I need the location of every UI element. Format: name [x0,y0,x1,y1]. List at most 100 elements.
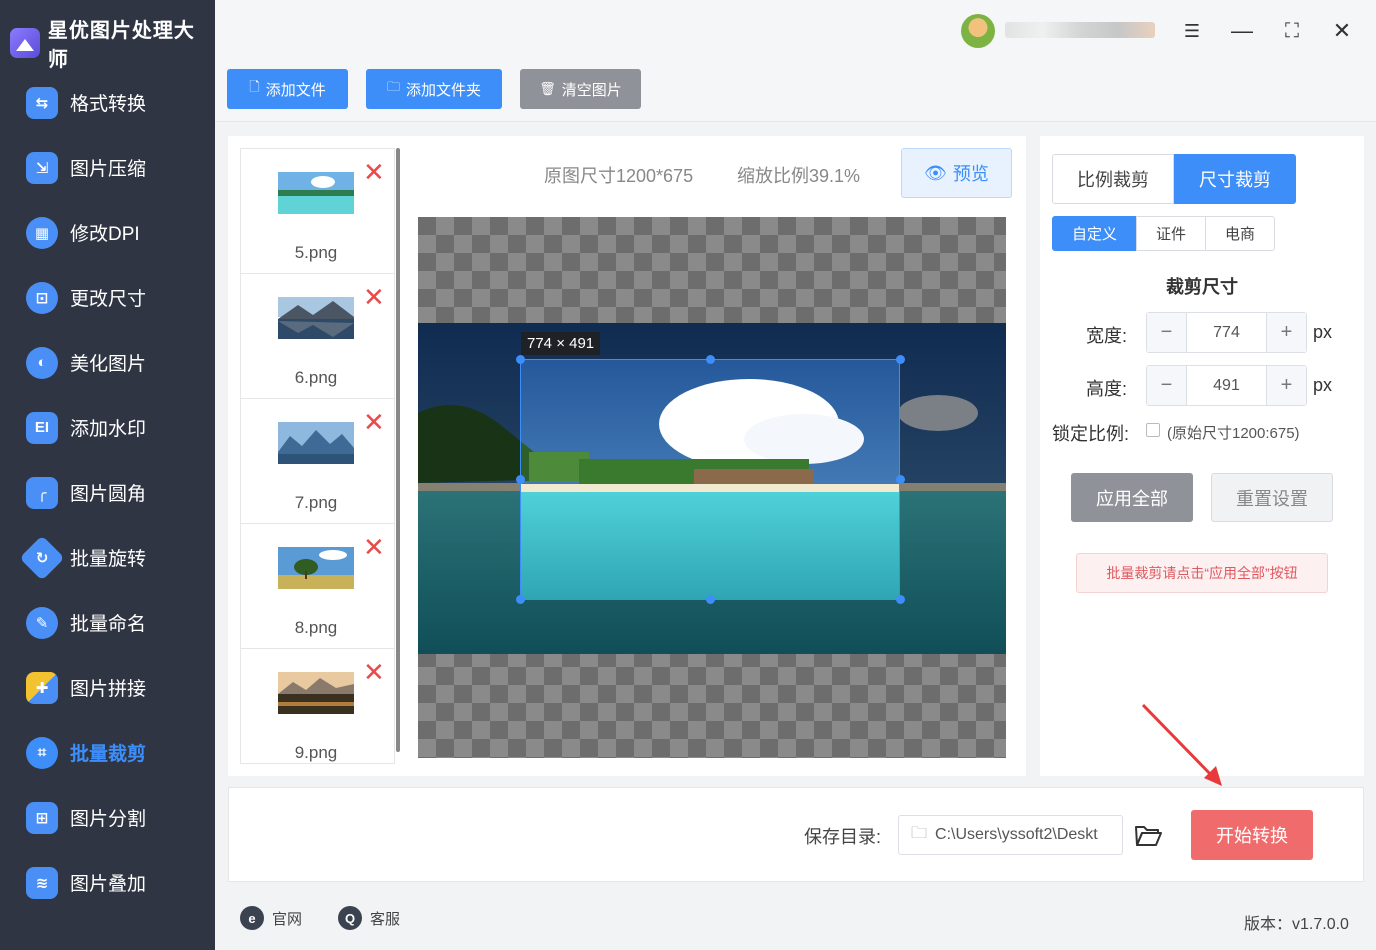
thumbnail-sunset [278,672,354,714]
crop-handle-top[interactable] [706,355,715,364]
sidebar-item-split[interactable]: ⊞ 图片分割 [0,785,215,850]
trash-icon: 🗑 [539,81,556,96]
sidebar-item-label: 批量裁剪 [70,744,147,765]
width-label: 宽度: [1086,326,1128,346]
list-item[interactable]: ✕ 7.png [241,399,394,524]
tab-custom[interactable]: 自定义 [1052,216,1137,251]
sidebar-item-label: 更改尺寸 [70,289,147,310]
file-name: 5.png [294,243,338,262]
height-decrement-button[interactable]: − [1147,366,1187,405]
reset-settings-button[interactable]: 重置设置 [1211,473,1333,522]
crop-handle-left[interactable] [516,475,525,484]
eye-icon: 👁 [924,162,947,183]
remove-file-icon[interactable]: ✕ [363,534,385,560]
remove-file-icon[interactable]: ✕ [363,659,385,685]
list-item[interactable]: ✕ 8.png [241,524,394,649]
list-item[interactable]: ✕ 9.png [241,649,394,763]
website-label: 官网 [272,910,303,928]
remove-file-icon[interactable]: ✕ [363,409,385,435]
output-bar: 保存目录: 🗀 C:\Users\yssoft2\Deskt 开始转换 [228,787,1364,882]
save-dir-value: C:\Users\yssoft2\Deskt [935,826,1098,843]
remove-file-icon[interactable]: ✕ [363,284,385,310]
zoom-ratio-text: 缩放比例39.1% [737,166,861,186]
resize-icon: ⊡ [26,281,58,314]
remove-file-icon[interactable]: ✕ [363,159,385,185]
sidebar-item-label: 添加水印 [70,419,147,440]
apply-all-button[interactable]: 应用全部 [1071,473,1193,522]
sidebar-item-layers[interactable]: ≋ 图片叠加 [0,850,215,915]
title-bar: ☰ — ⛶ ✕ [215,0,1376,62]
crop-handle-top-right[interactable] [896,355,905,364]
width-increment-button[interactable]: + [1266,313,1306,352]
crop-size-label: 774 × 491 [521,332,601,355]
sidebar-item-round-corner[interactable]: ╭ 图片圆角 [0,460,215,525]
start-convert-button[interactable]: 开始转换 [1191,810,1313,860]
sidebar-item-rename[interactable]: ✎ 批量命名 [0,590,215,655]
section-title: 裁剪尺寸 [1166,277,1238,297]
avatar[interactable] [961,14,995,48]
list-item[interactable]: ✕ 5.png [241,149,394,274]
version-text: 版本：v1.7.0.0 [1244,916,1349,933]
folder-icon: 🗀 [911,824,928,842]
sidebar-item-beautify[interactable]: ◐ 美化图片 [0,330,215,395]
crop-handle-top-left[interactable] [516,355,525,364]
sidebar-item-resize[interactable]: ⊡ 更改尺寸 [0,265,215,330]
sidebar-item-puzzle[interactable]: ✚ 图片拼接 [0,655,215,720]
crop-icon: ⌗ [26,736,58,769]
beautify-icon: ◐ [26,346,58,379]
crop-handle-bottom-right[interactable] [896,595,905,604]
file-list-scrollbar[interactable] [396,148,400,752]
tab-size-crop[interactable]: 尺寸裁剪 [1174,154,1296,204]
close-icon[interactable]: ✕ [1326,15,1358,47]
settings-icon[interactable]: ☰ [1176,15,1208,47]
add-file-button[interactable]: 🗋 添加文件 [227,69,348,109]
layers-icon: ≋ [26,866,58,899]
tab-ratio-crop[interactable]: 比例裁剪 [1052,154,1174,204]
height-label: 高度: [1086,379,1128,399]
crop-handle-bottom-left[interactable] [516,595,525,604]
lock-ratio-hint: (原始尺寸1200:675) [1167,425,1300,442]
file-name: 6.png [294,368,338,387]
clear-images-label: 清空图片 [561,81,622,99]
crop-settings-panel: 比例裁剪 尺寸裁剪 自定义 证件 电商 裁剪尺寸 宽度: − 774 + px … [1040,136,1364,776]
tab-ecommerce[interactable]: 电商 [1205,216,1275,251]
chat-icon: Q [338,906,362,930]
sidebar-item-label: 批量旋转 [70,549,147,570]
sidebar-item-dpi[interactable]: ▦ 修改DPI [0,200,215,265]
crop-canvas[interactable]: 774 × 491 [418,217,1006,758]
lock-ratio-checkbox[interactable] [1146,423,1160,437]
width-decrement-button[interactable]: − [1147,313,1187,352]
thumbnail-lake [278,297,354,339]
support-link[interactable]: Q 客服 [338,906,400,930]
width-input[interactable]: 774 [1187,313,1266,352]
file-name: 9.png [294,743,338,762]
sidebar-item-crop[interactable]: ⌗ 批量裁剪 [0,720,215,785]
add-folder-button[interactable]: 🗀 添加文件夹 [366,69,502,109]
maximize-icon[interactable]: ⛶ [1276,15,1308,47]
app-title: 星优图片处理大师 [47,20,195,71]
rotate-icon: ↻ [19,534,65,581]
add-folder-label: 添加文件夹 [406,81,482,99]
sidebar-item-format-convert[interactable]: ⇆ 格式转换 [0,70,215,135]
app-logo-icon [10,28,40,58]
preview-button[interactable]: 👁 预览 [901,148,1012,198]
crop-handle-right[interactable] [896,475,905,484]
height-input[interactable]: 491 [1187,366,1266,405]
crop-selection[interactable] [520,359,900,600]
crop-handle-bottom[interactable] [706,595,715,604]
website-link[interactable]: e 官网 [240,906,302,930]
file-list[interactable]: ✕ 5.png ✕ 6.png ✕ 7.png ✕ 8.png ✕ 9.png [240,148,395,764]
thumbnail-beach [278,172,354,214]
sidebar-item-rotate[interactable]: ↻ 批量旋转 [0,525,215,590]
toolbar: 🗋 添加文件 🗀 添加文件夹 🗑 清空图片 [215,62,1376,122]
open-folder-icon[interactable] [1133,821,1163,849]
clear-images-button[interactable]: 🗑 清空图片 [520,69,641,109]
save-dir-field[interactable]: 🗀 C:\Users\yssoft2\Deskt [898,815,1123,855]
sidebar-item-watermark[interactable]: EI 添加水印 [0,395,215,460]
sidebar-item-compress[interactable]: ⇲ 图片压缩 [0,135,215,200]
tab-id-photo[interactable]: 证件 [1136,216,1206,251]
height-increment-button[interactable]: + [1266,366,1306,405]
sidebar-item-label: 格式转换 [70,94,147,115]
list-item[interactable]: ✕ 6.png [241,274,394,399]
minimize-icon[interactable]: — [1226,15,1258,47]
